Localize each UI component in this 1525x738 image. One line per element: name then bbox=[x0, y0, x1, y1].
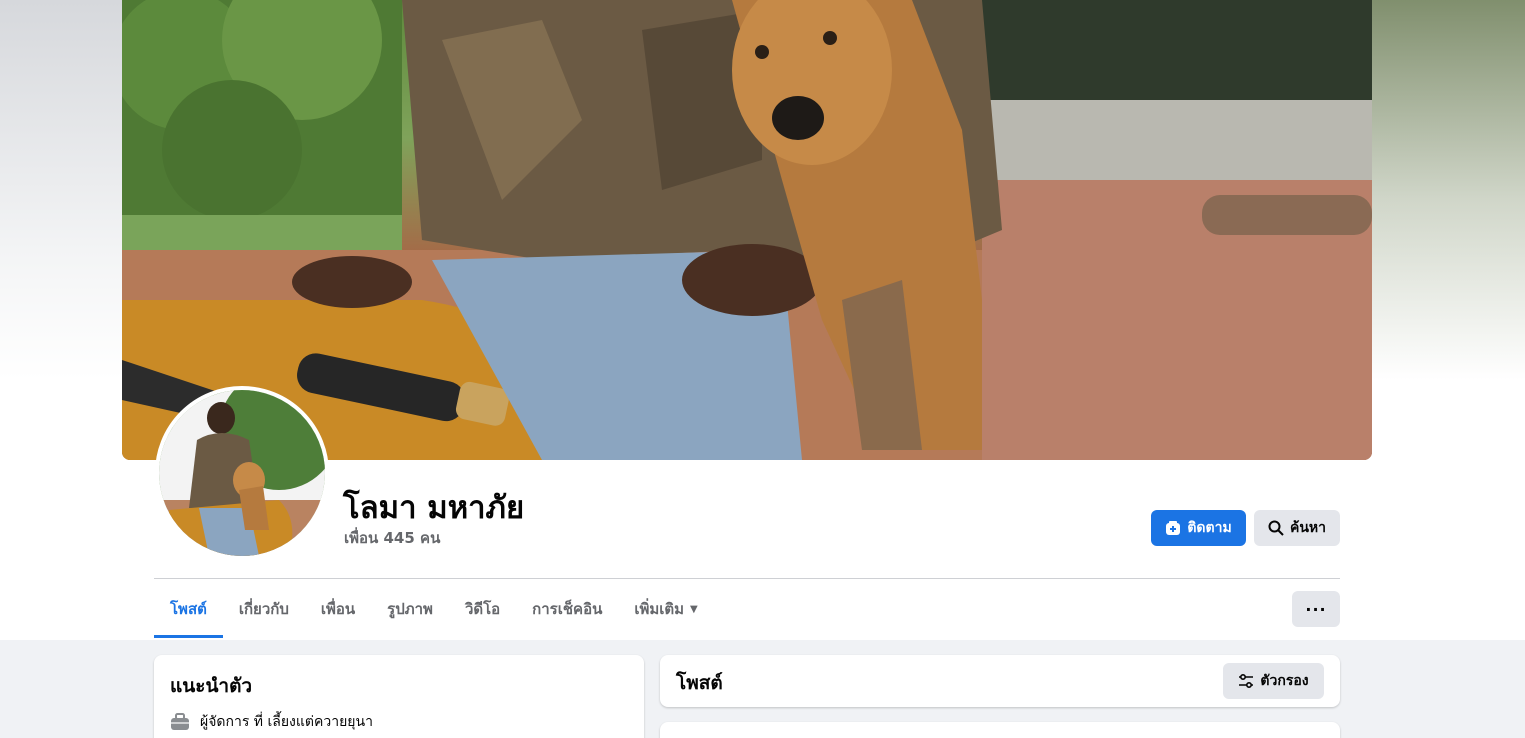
briefcase-icon bbox=[170, 713, 190, 731]
tab-label: เพิ่มเติม bbox=[634, 600, 685, 618]
follow-label: ติดตาม bbox=[1187, 520, 1232, 536]
tab-posts[interactable]: โพสต์ bbox=[154, 580, 223, 638]
tab-about[interactable]: เกี่ยวกับ bbox=[223, 580, 305, 638]
intro-work-text: ผู้จัดการ ที่ เลี้ยงแต่ควายยุนา bbox=[200, 714, 373, 730]
profile-name: โลมา มหาภัย bbox=[343, 490, 525, 526]
tab-photos[interactable]: รูปภาพ bbox=[371, 580, 449, 638]
friends-count[interactable]: เพื่อน 445 คน bbox=[344, 526, 440, 550]
more-options-button[interactable]: ··· bbox=[1292, 591, 1340, 627]
cover-photo[interactable] bbox=[122, 0, 1372, 460]
tab-friends[interactable]: เพื่อน bbox=[305, 580, 371, 638]
header-divider bbox=[154, 578, 1340, 579]
tab-label: การเช็คอิน bbox=[532, 600, 603, 618]
intro-work-row: ผู้จัดการ ที่ เลี้ยงแต่ควายยุนา bbox=[170, 711, 373, 733]
filter-sliders-icon bbox=[1238, 673, 1254, 689]
tab-label: เพื่อน bbox=[320, 600, 356, 618]
search-icon bbox=[1268, 520, 1284, 536]
add-friend-icon bbox=[1165, 520, 1181, 536]
intro-title: แนะนำตัว bbox=[170, 675, 253, 697]
cover-side-blur bbox=[1365, 0, 1525, 380]
filter-label: ตัวกรอง bbox=[1260, 673, 1309, 689]
post-card bbox=[660, 722, 1340, 738]
profile-tabs: โพสต์ เกี่ยวกับ เพื่อน รูปภาพ วิดีโอ การ… bbox=[154, 580, 714, 638]
tab-label: วิดีโอ bbox=[464, 600, 501, 618]
ellipsis-icon: ··· bbox=[1305, 599, 1327, 619]
caret-down-icon: ▼ bbox=[690, 603, 698, 615]
profile-avatar[interactable] bbox=[155, 386, 329, 560]
tab-label: รูปภาพ bbox=[387, 600, 433, 618]
tab-videos[interactable]: วิดีโอ bbox=[449, 580, 516, 638]
search-button[interactable]: ค้นหา bbox=[1254, 510, 1340, 546]
tab-label: โพสต์ bbox=[170, 600, 207, 618]
tab-more[interactable]: เพิ่มเติม ▼ bbox=[618, 580, 713, 638]
search-label: ค้นหา bbox=[1289, 520, 1327, 536]
posts-title: โพสต์ bbox=[676, 672, 723, 694]
tab-checkins[interactable]: การเช็คอิน bbox=[516, 580, 618, 638]
tab-label: เกี่ยวกับ bbox=[238, 600, 289, 618]
follow-button[interactable]: ติดตาม bbox=[1151, 510, 1246, 546]
intro-card: แนะนำตัว ผู้จัดการ ที่ เลี้ยงแต่ควายยุนา bbox=[154, 655, 644, 738]
filter-button[interactable]: ตัวกรอง bbox=[1223, 663, 1324, 699]
